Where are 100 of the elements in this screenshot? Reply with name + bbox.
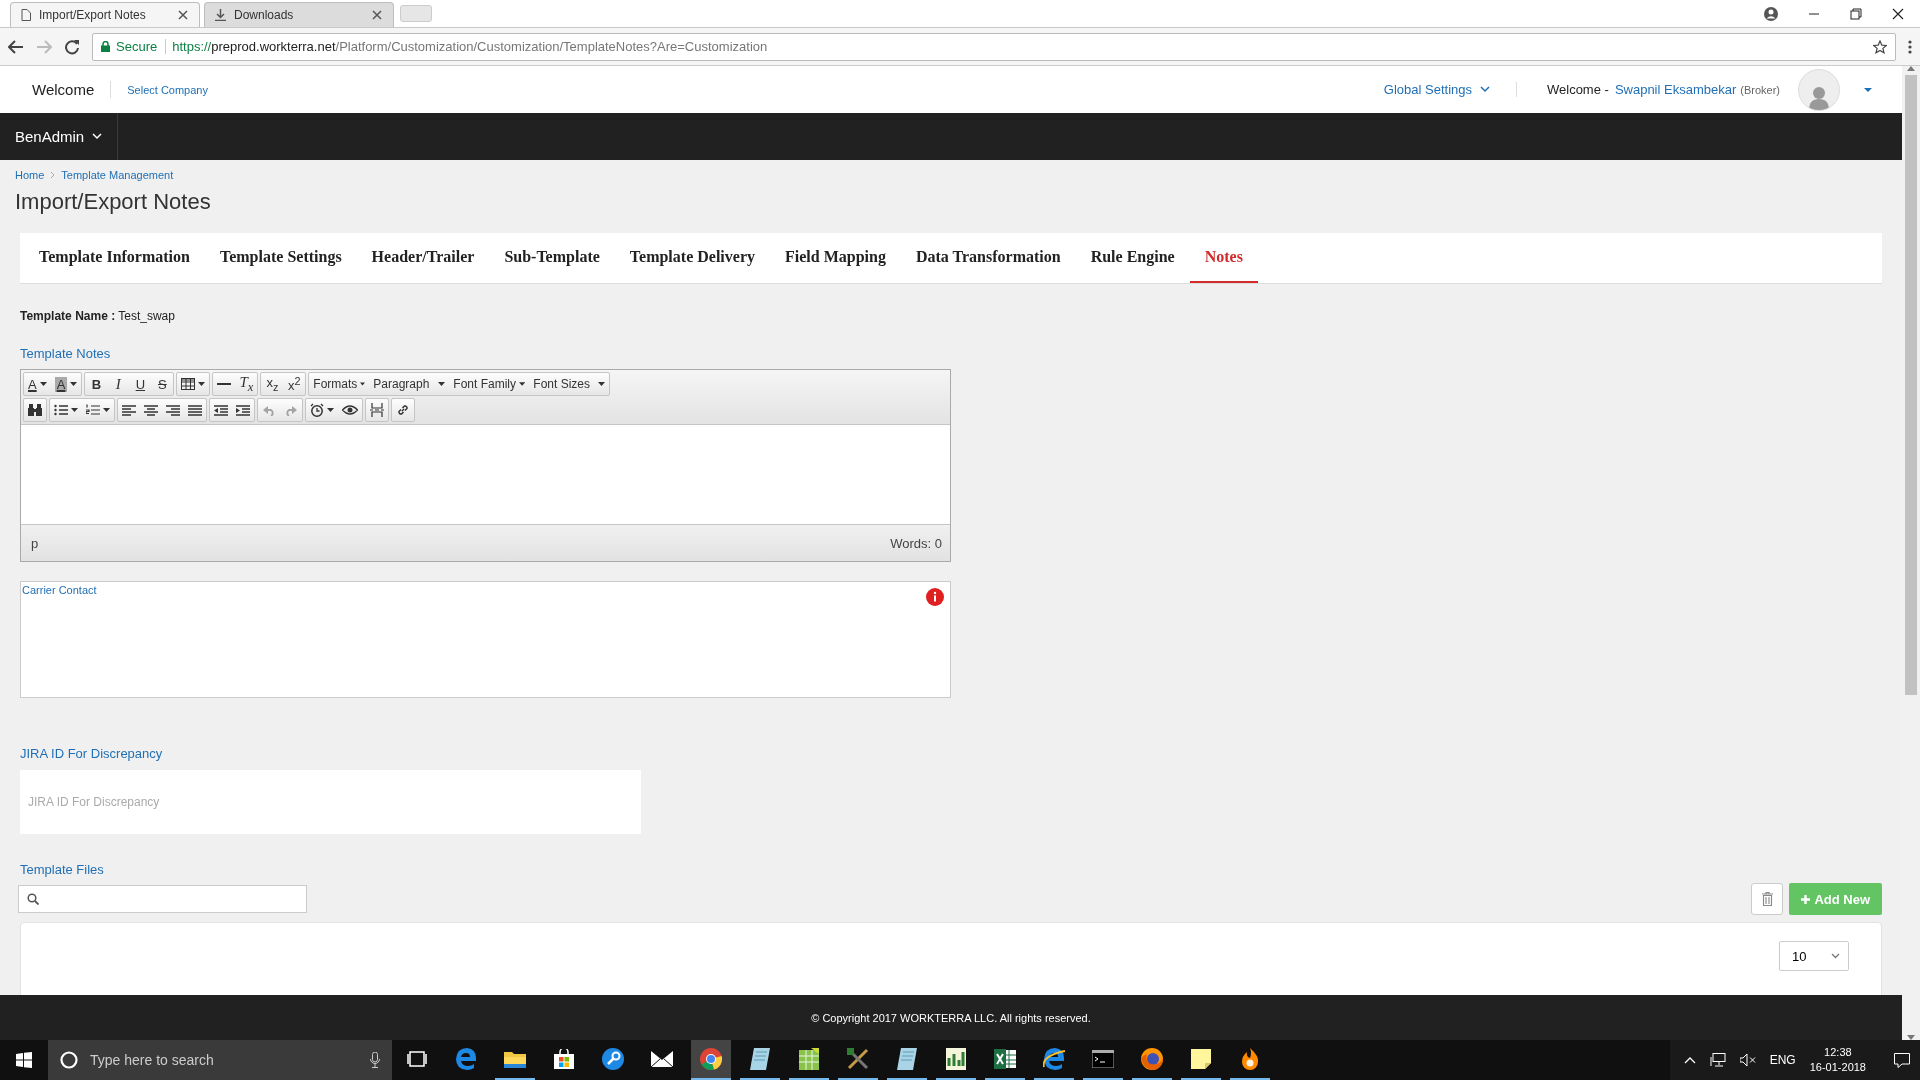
superscript-button[interactable]: x$^{2}$	[283, 373, 306, 395]
taskbar-button[interactable]	[690, 1040, 731, 1080]
fox-globe-icon	[1140, 1048, 1163, 1070]
user-name-link[interactable]: Swapnil Eksambekar	[1614, 82, 1737, 97]
jira-id-field[interactable]: JIRA ID For Discrepancy	[20, 770, 641, 834]
caret-icon	[39, 382, 47, 386]
close-icon[interactable]	[177, 9, 189, 21]
caret-icon	[438, 382, 446, 386]
folder-icon	[503, 1050, 526, 1068]
profile-icon[interactable]	[1764, 7, 1778, 21]
download-icon	[215, 9, 226, 21]
numbered-list-icon	[86, 404, 100, 416]
page-size-select[interactable]: 10	[1779, 941, 1849, 971]
shopping-bag-icon	[553, 1049, 574, 1069]
scroll-thumb[interactable]	[1905, 75, 1917, 695]
caret-icon	[519, 382, 526, 386]
select-company-link[interactable]: Select Company	[127, 83, 208, 96]
search-icon	[27, 893, 39, 905]
template-name: Template Name : Test_swap	[20, 309, 176, 323]
caret-icon[interactable]	[1864, 87, 1872, 92]
menu-icon[interactable]	[1908, 39, 1912, 54]
scrollbar[interactable]	[1902, 66, 1920, 1040]
element-path: p	[31, 535, 39, 551]
clear-format-button[interactable]: T$_{x}$	[235, 373, 258, 395]
star-icon[interactable]	[1873, 39, 1887, 54]
caret-icon	[598, 382, 606, 386]
subscript-button[interactable]: x$_{z}$	[261, 373, 284, 395]
wrench-icon	[601, 1048, 624, 1070]
taskbar-search-field[interactable]: Type here to search	[48, 1040, 392, 1080]
restore-icon[interactable]	[1850, 8, 1862, 20]
welcome-label: Welcome -	[1547, 82, 1609, 97]
editor-dropdown[interactable]: Font Sizes	[529, 373, 610, 395]
browser-icon	[699, 1048, 722, 1070]
envelope-icon	[650, 1051, 673, 1067]
tab[interactable]: Template Settings	[204, 233, 357, 283]
indent-icon	[236, 404, 250, 416]
strikethrough-button[interactable]: S	[151, 373, 174, 395]
language-indicator[interactable]: ENG	[1769, 1053, 1796, 1067]
close-icon[interactable]	[1892, 8, 1904, 20]
back-icon[interactable]	[8, 39, 24, 54]
field-label: JIRA ID For Discrepancy	[20, 746, 164, 761]
bold-button[interactable]: B	[85, 373, 108, 395]
align-right-icon	[166, 404, 180, 416]
chevron-up-icon[interactable]	[1683, 1056, 1696, 1064]
global-settings-link[interactable]: Global Settings	[1383, 82, 1472, 97]
chevron-icon[interactable]	[1480, 86, 1490, 93]
tab[interactable]: Sub-Template	[489, 233, 615, 283]
caret-icon	[327, 408, 334, 412]
tab[interactable]: Data Transformation	[900, 233, 1076, 283]
editor-dropdown[interactable]: Paragraph	[369, 373, 450, 395]
editor-dropdown[interactable]: Font Family	[449, 373, 530, 395]
tab[interactable]: Template Information	[24, 233, 205, 283]
chevron-icon	[92, 133, 103, 140]
chevron-icon	[1831, 953, 1840, 959]
tab[interactable]: Rule Engine	[1075, 233, 1190, 283]
microphone-icon	[370, 1052, 380, 1068]
muted-speaker-icon[interactable]	[1739, 1054, 1756, 1066]
windows-icon	[16, 1052, 32, 1068]
text-color-button[interactable]: A	[24, 373, 51, 395]
tab[interactable]: Field Mapping	[770, 233, 901, 283]
caret-icon	[70, 382, 78, 386]
trash-icon	[1761, 892, 1773, 906]
italic-button[interactable]: I	[107, 373, 130, 395]
tab[interactable]: Template Delivery	[614, 233, 770, 283]
sticky-note-icon	[1190, 1049, 1211, 1069]
browser-tab[interactable]: Import/Export Notes	[10, 2, 200, 27]
avatar[interactable]	[1798, 68, 1840, 111]
search-field[interactable]	[18, 885, 307, 913]
clock-time[interactable]: 12:38	[1824, 1045, 1852, 1060]
word-count: Words: 0	[890, 535, 942, 551]
breadcrumb-link[interactable]: Template Management	[61, 169, 174, 181]
notifications-icon[interactable]	[1894, 1052, 1910, 1068]
background-color-button[interactable]: A	[50, 373, 82, 395]
carrier-contact-field[interactable]: Carrier Contact	[20, 581, 951, 698]
field-label: Template Files	[20, 862, 105, 877]
lock-icon	[101, 41, 110, 52]
plus-icon	[1801, 894, 1811, 904]
reload-icon[interactable]	[64, 38, 80, 55]
outdent-icon	[214, 404, 228, 416]
editor-dropdown[interactable]: Formats	[309, 373, 370, 395]
tab[interactable]: Notes	[1189, 233, 1258, 283]
notebook-icon	[749, 1048, 770, 1070]
tab[interactable]: Header/Trailer	[356, 233, 490, 283]
breadcrumb-link[interactable]: Home	[15, 169, 45, 181]
network-icon[interactable]	[1709, 1053, 1726, 1067]
caret-icon	[71, 408, 78, 412]
page-icon	[21, 9, 31, 21]
user-role: (Broker)	[1740, 83, 1780, 96]
browser-tab[interactable]: Downloads	[204, 2, 394, 27]
notebook-icon	[896, 1048, 917, 1070]
browser-icon	[1042, 1048, 1065, 1070]
undo-icon	[263, 404, 275, 416]
clock-date[interactable]: 16-01-2018	[1809, 1060, 1866, 1075]
align-left-icon	[122, 404, 136, 416]
delete-button[interactable]	[1751, 883, 1784, 915]
underline-button[interactable]: U	[129, 373, 152, 395]
url-text: https://preprod.workterra.net/Platform/Customization/Customization/TemplateNotes?Are=Customization	[172, 39, 768, 54]
align-center-icon	[144, 404, 158, 416]
address-field[interactable]: Secure https://preprod.workterra.net/Platform/Customization/Customization/TemplateNotes?Are=Customization	[92, 32, 1896, 61]
tools-icon	[846, 1048, 869, 1070]
